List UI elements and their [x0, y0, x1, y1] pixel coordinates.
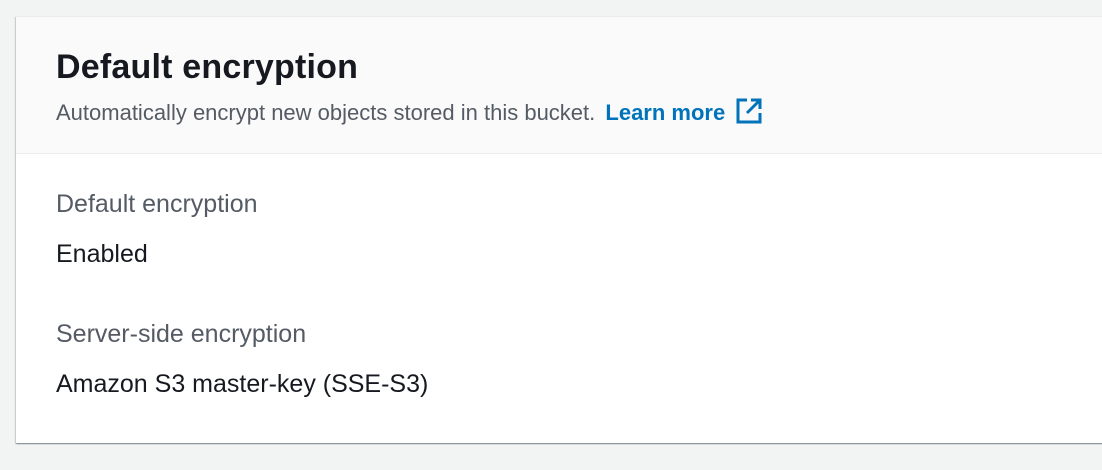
default-encryption-label: Default encryption	[56, 190, 258, 218]
server-side-encryption-label: Server-side encryption	[56, 320, 307, 348]
panel-header: Default encryption Automatically encrypt…	[16, 17, 1102, 154]
external-link-icon[interactable]	[735, 97, 763, 125]
learn-more-link[interactable]: Learn more	[605, 100, 725, 125]
panel-description: Automatically encrypt new objects stored…	[56, 97, 763, 128]
default-encryption-panel: Default encryption Automatically encrypt…	[16, 16, 1102, 443]
server-side-encryption-value: Amazon S3 master-key (SSE-S3)	[56, 370, 429, 398]
panel-description-text: Automatically encrypt new objects stored…	[56, 100, 596, 125]
panel-title: Default encryption	[56, 48, 359, 86]
default-encryption-value: Enabled	[56, 240, 148, 268]
